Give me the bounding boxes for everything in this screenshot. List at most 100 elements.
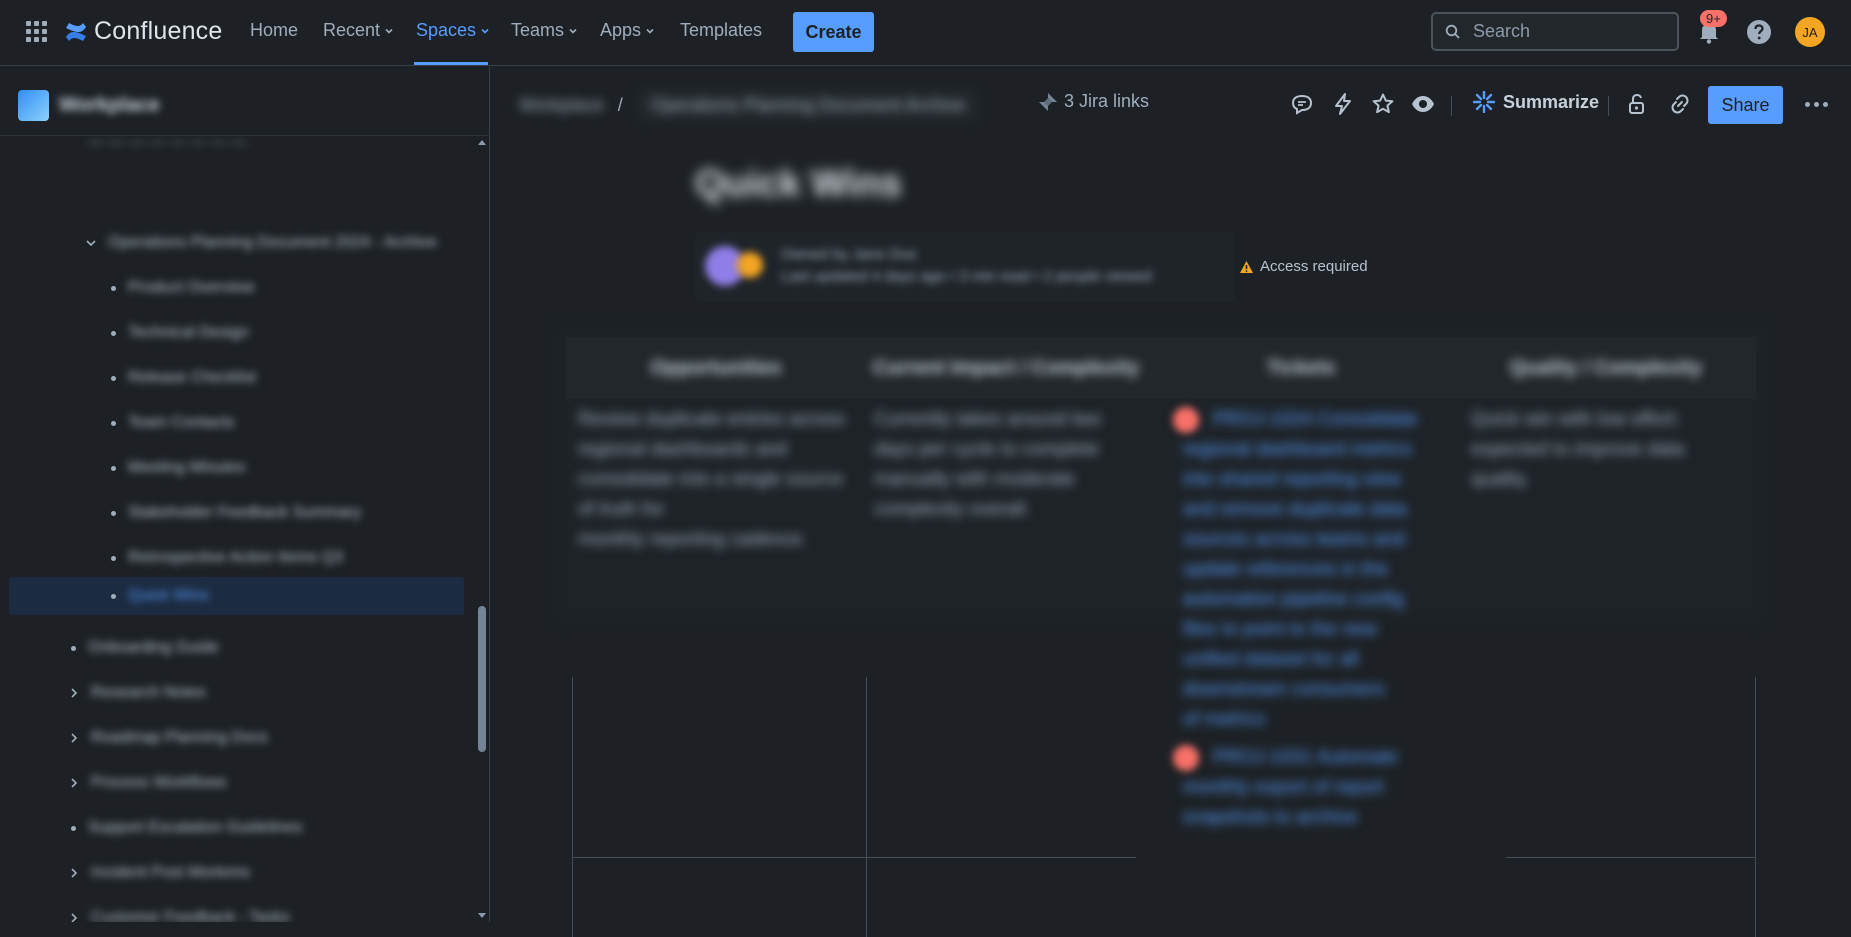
user-avatar[interactable]: JA — [1795, 17, 1825, 47]
comment-icon[interactable] — [1290, 92, 1314, 116]
chevron-right-icon[interactable] — [69, 733, 79, 743]
jira-links-label: 3 Jira links — [1064, 91, 1150, 111]
cell-line: automation pipeline config — [1183, 589, 1404, 610]
watch-eye-icon[interactable] — [1411, 92, 1435, 116]
nav-templates[interactable]: Templates — [680, 20, 762, 41]
nav-templates-label: Templates — [680, 20, 763, 40]
share-button[interactable]: Share — [1708, 86, 1783, 124]
cell-line: days per cycle to complete — [874, 439, 1099, 460]
bullet-icon — [71, 825, 76, 831]
sidebar: Workplace — — — — — — — — Operations Pla… — [0, 67, 490, 922]
cell-line: consolidate into a single source — [578, 469, 844, 490]
bullet-icon — [111, 420, 116, 426]
tree-item-label: Product Overview — [128, 279, 255, 296]
table-header: Opportunities — [650, 357, 782, 379]
nav-recent-label: Recent — [323, 20, 381, 40]
tree-item[interactable]: Team Contacts — [111, 404, 461, 442]
jira-issue-link[interactable]: PROJ-1031 Automate — [1183, 743, 1453, 773]
jira-issue-link-cont[interactable]: regional dashboard metrics into shared r… — [1183, 435, 1453, 735]
tree-item[interactable]: Customer Feedback - Tasks — [69, 899, 459, 922]
tree-item-label: — — — — — — — — — [88, 136, 248, 151]
access-required[interactable]: Access required — [1239, 258, 1368, 275]
tree-item[interactable]: Product Overview — [111, 269, 461, 307]
nav-home[interactable]: Home — [250, 20, 298, 41]
tree-item[interactable]: Roadmap Planning Docs — [69, 719, 459, 757]
tree-item[interactable]: Research Notes — [69, 674, 459, 712]
tree-item[interactable]: Incident Post Mortems — [69, 854, 459, 892]
copy-link-icon[interactable] — [1668, 92, 1692, 116]
table-gridline — [1755, 677, 1756, 937]
chevron-down-icon[interactable] — [86, 238, 96, 248]
table-cell: Review duplicate entries across regional… — [578, 405, 848, 555]
notifications-badge: 9+ — [1700, 10, 1727, 27]
logo-text: Confluence — [94, 17, 223, 45]
lightning-icon[interactable] — [1331, 92, 1355, 116]
sidebar-scrollbar[interactable] — [474, 136, 490, 922]
jira-issue-link[interactable]: PROJ-1024 Consolidate — [1183, 405, 1453, 435]
breadcrumb-space[interactable]: Workplace — [519, 95, 604, 116]
tree-item-selected[interactable]: Quick Wins — [9, 577, 464, 615]
cell-line: Currently takes around two — [874, 409, 1102, 430]
create-button[interactable]: Create — [793, 12, 874, 52]
app-switcher-icon[interactable] — [26, 21, 48, 43]
space-header[interactable]: Workplace — [18, 89, 160, 121]
cell-line: monthly export of report — [1183, 777, 1384, 798]
cell-line: Quick win with low effort; — [1471, 409, 1680, 430]
tree-item[interactable]: Operations Planning Document 2024 - Arch… — [86, 224, 466, 262]
nav-teams-label: Teams — [511, 20, 565, 40]
tree-item-label: Retrospective Action Items Q3 — [128, 549, 344, 566]
nav-recent[interactable]: Recent — [323, 20, 393, 41]
jira-icon — [1039, 92, 1057, 111]
search-input[interactable] — [1471, 20, 1665, 43]
breadcrumb-page[interactable]: Operations Planning Document Archive — [636, 89, 979, 122]
search-box[interactable] — [1431, 12, 1679, 51]
chevron-right-icon[interactable] — [69, 868, 79, 878]
bullet-icon — [111, 330, 116, 336]
nav-spaces[interactable]: Spaces — [416, 20, 489, 41]
tree-item[interactable]: Process Workflows — [69, 764, 459, 802]
nav-home-label: Home — [250, 20, 299, 40]
chevron-right-icon[interactable] — [69, 778, 79, 788]
page-byline: Owned by Jane Doe Last updated 4 days ag… — [695, 232, 1235, 302]
more-actions-icon[interactable] — [1805, 102, 1828, 107]
confluence-logo[interactable]: Confluence — [64, 17, 222, 46]
jira-issue-link-cont[interactable]: monthly export of report snapshots to ar… — [1183, 773, 1453, 833]
table-cell: Currently takes around two days per cycl… — [874, 405, 1149, 525]
bullet-icon — [111, 555, 116, 561]
jira-links[interactable]: 3 Jira links — [1038, 91, 1149, 112]
cell-line: files to point to the new — [1183, 619, 1378, 640]
summarize-button[interactable]: Summarize — [1473, 91, 1599, 113]
tree-item-label: Incident Post Mortems — [91, 864, 251, 881]
tree-item-label: Research Notes — [91, 684, 206, 701]
cell-line: quality. — [1471, 469, 1530, 490]
cell-line: unified dataset for all — [1183, 649, 1359, 670]
scroll-up-arrow-icon[interactable] — [477, 138, 487, 146]
tree-item[interactable]: Onboarding Guide — [71, 629, 461, 667]
contributor-avatar[interactable] — [737, 252, 763, 278]
scroll-down-arrow-icon[interactable] — [477, 912, 487, 920]
tree-item[interactable]: Support Escalation Guidelines — [71, 809, 461, 847]
cell-line: complexity overall. — [874, 499, 1031, 520]
unlock-icon[interactable] — [1626, 92, 1650, 116]
space-avatar-icon — [18, 89, 49, 121]
confluence-logo-icon — [66, 22, 86, 41]
page-content: Workplace / Operations Planning Document… — [491, 67, 1851, 937]
tree-item[interactable]: Stakeholder Feedback Summary — [111, 494, 461, 532]
help-icon[interactable] — [1746, 19, 1772, 45]
nav-teams[interactable]: Teams — [511, 20, 577, 41]
tree-item-partial[interactable]: — — — — — — — — — [88, 136, 468, 162]
scrollbar-thumb[interactable] — [478, 606, 486, 752]
chevron-down-icon — [569, 28, 577, 34]
cell-line: of metrics — [1183, 709, 1266, 730]
byline-meta: Last updated 4 days ago • 3 min read • 2… — [781, 268, 1152, 285]
tree-item[interactable]: Retrospective Action Items Q3 — [111, 539, 461, 577]
tree-item[interactable]: Release Checklist — [111, 359, 461, 397]
nav-apps[interactable]: Apps — [600, 20, 654, 41]
cell-line: snapshots to archive — [1183, 807, 1358, 828]
chevron-right-icon[interactable] — [69, 688, 79, 698]
tree-item[interactable]: Technical Design — [111, 314, 461, 352]
chevron-right-icon[interactable] — [69, 913, 79, 922]
tree-item[interactable]: Meeting Minutes — [111, 449, 461, 487]
bullet-icon — [111, 285, 116, 291]
star-icon[interactable] — [1371, 92, 1395, 116]
